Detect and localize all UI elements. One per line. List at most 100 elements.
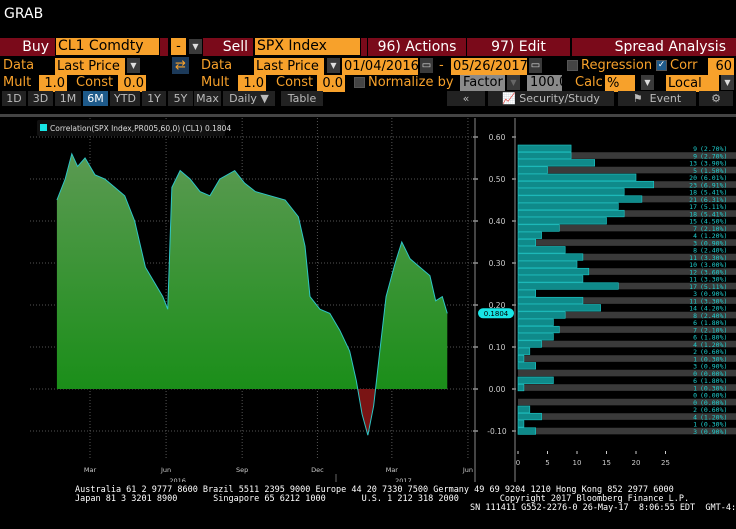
normalize-dropdown-icon[interactable]: ▼ [507,75,520,90]
regression-checkbox[interactable] [567,60,578,71]
period-3d[interactable]: 3D [28,91,53,106]
end-date-input[interactable]: 05/26/2017 [451,58,527,75]
start-date-input[interactable]: 01/04/2016 [342,58,418,75]
settings-gear-icon[interactable]: ⚙ [699,91,733,106]
hist-bar [517,289,537,297]
hist-bar [517,296,584,305]
x-tick-label: Mar [386,466,399,474]
period-1m[interactable]: 1M [55,91,81,106]
hist-percent: (0.90%) [700,428,727,436]
end-calendar-icon[interactable]: ▭ [529,58,542,73]
regression-label: Regression [581,58,653,73]
hist-bar [517,238,537,247]
hist-bar [517,340,542,348]
edit-menu[interactable]: 97) Edit [467,38,570,56]
x-year-label: 2016 [169,477,186,482]
hist-bar [517,217,607,225]
operator-select[interactable]: - [171,38,186,55]
period-1y[interactable]: 1Y [142,91,166,106]
sell-const-input[interactable]: 0.0 [317,75,345,92]
operator-dropdown-icon[interactable]: ▼ [189,39,202,54]
flag-icon: ⚑ [632,92,643,105]
hist-bar [517,209,625,218]
calc-label: Calc [575,75,603,90]
footer-line-3: SN 111411 G552-2276-0 26-May-17 8:06:55 … [470,503,736,513]
event-button[interactable]: ⚑ Event [618,91,696,106]
hist-bar [517,202,619,210]
start-calendar-icon[interactable]: ▭ [420,58,433,73]
hist-bar [517,231,542,239]
currency-dropdown-icon[interactable]: ▼ [721,75,734,90]
sell-data-dropdown-icon[interactable]: ▼ [327,58,340,73]
hist-x-tick-label: 20 [632,459,641,467]
buy-data-label: Data [3,58,35,73]
hist-bar [517,318,554,326]
buy-const-label: Const [76,75,114,90]
sell-data-select[interactable]: Last Price [254,58,324,75]
hist-x-tick-label: 25 [661,459,670,467]
hist-bar [517,144,572,152]
collapse-button[interactable]: « [447,91,485,106]
hist-bar [517,224,560,232]
hist-bar [517,420,525,428]
y-tick-label: 0.50 [489,175,506,184]
period-ytd[interactable]: YTD [110,91,140,106]
corr-checkbox[interactable]: ✓ [656,60,667,71]
buy-security-input[interactable]: CL1 Comdty [56,38,159,55]
sell-security-input[interactable]: SPX Index [255,38,360,55]
hist-bar [517,282,619,290]
hist-bar [517,246,566,254]
chart-area: 0.600.500.400.300.200.100.00-0.10Mar Jun S… [0,114,736,482]
hist-bar [517,304,601,312]
buy-const-input[interactable]: 0.0 [118,75,146,92]
security-study-button[interactable]: 📈 Security/Study [488,91,614,106]
buy-data-select[interactable]: Last Price [55,58,125,75]
period-max[interactable]: Max [194,91,221,106]
normalize-select[interactable]: Factor [460,75,505,91]
buy-data-dropdown-icon[interactable]: ▼ [127,58,140,73]
frequency-select[interactable]: Daily ▼ [223,91,275,106]
calc-select[interactable]: % [605,75,635,92]
frequency-label: Daily [229,92,257,105]
spread-analysis-title: Spread Analysis [572,38,736,56]
buy-mult-input[interactable]: 1.0 [39,75,67,92]
hist-bar [517,376,554,384]
hist-bar [517,325,560,334]
y-tick-label: 0.30 [489,259,506,268]
buy-mult-label: Mult [3,75,32,90]
period-1d[interactable]: 1D [2,91,26,106]
calc-dropdown-icon[interactable]: ▼ [641,75,654,90]
hist-x-tick-label: 0 [516,459,520,467]
sell-const-label: Const [276,75,314,90]
hist-bar [517,173,637,181]
x-year-label: 2017 [395,477,412,482]
currency-select[interactable]: Local [666,75,719,92]
legend-label: Correlation(SPX Index,PR005,60,0) (CL1) … [50,124,231,133]
hist-bar [517,383,525,392]
hist-bar [517,412,542,421]
period-6m[interactable]: 6M [83,91,108,106]
sell-mult-input[interactable]: 1.0 [238,75,266,92]
sell-label: Sell [203,38,253,56]
hist-bar [517,188,625,196]
hist-bar [517,354,525,363]
x-tick-label: Jun [160,466,171,474]
period-5y[interactable]: 5Y [168,91,193,106]
corr-label: Corr [670,58,698,73]
hist-bar [517,427,537,435]
hist-bar [517,166,548,174]
swap-icon[interactable]: ⇄ [172,57,189,74]
actions-menu[interactable]: 96) Actions [368,38,466,56]
sell-data-label: Data [201,58,233,73]
y-tick-label: 0.40 [489,217,506,226]
hist-bar [517,267,590,276]
y-tick-label: 0.10 [489,343,506,352]
normalize-factor-input[interactable]: 100.0 [527,75,567,91]
hist-x-tick-label: 15 [602,459,611,467]
corr-window-input[interactable]: 60 [708,58,734,75]
y-tick-label: 0.60 [489,133,506,142]
study-chart-icon: 📈 [502,92,516,105]
table-button[interactable]: Table [281,91,323,106]
normalize-checkbox[interactable] [354,77,365,88]
hist-bar [517,180,654,189]
